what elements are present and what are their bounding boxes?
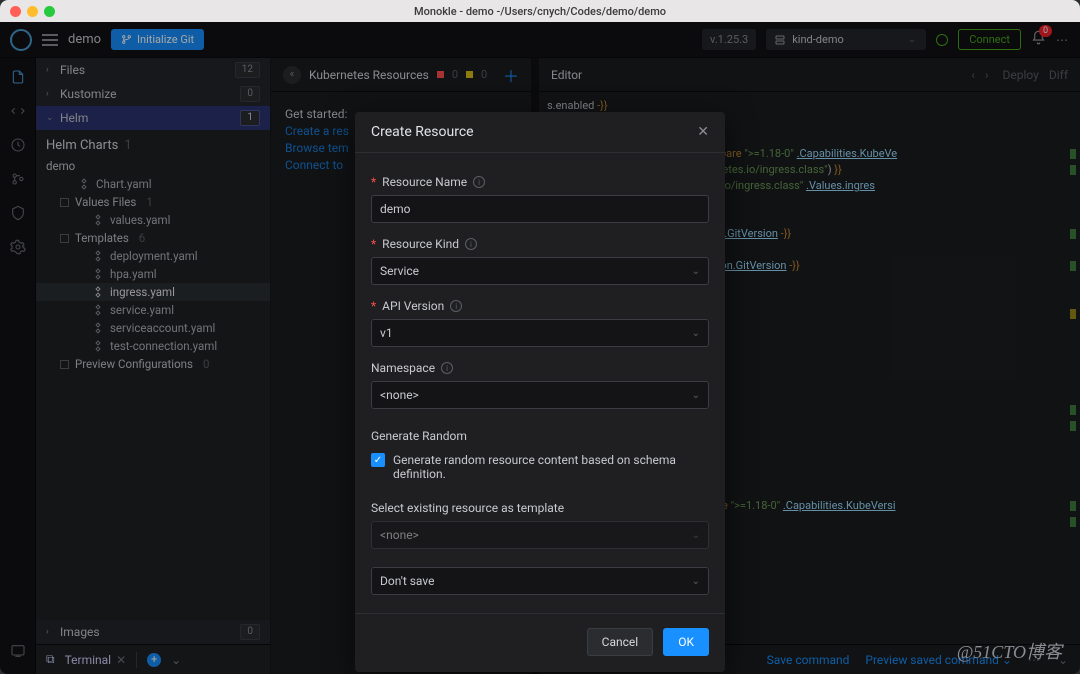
checkbox-generate-random[interactable]: ✓ Generate random resource content based… bbox=[371, 453, 709, 481]
modal-body: *Resource Namei demo *Resource Kindi Ser… bbox=[355, 153, 725, 601]
label-api-version: *API Versioni bbox=[371, 299, 709, 313]
mac-titlebar: Monokle - demo -/Users/cnych/Codes/demo/… bbox=[0, 0, 1080, 22]
info-icon[interactable]: i bbox=[450, 300, 462, 312]
info-icon[interactable]: i bbox=[465, 238, 477, 250]
checkbox-icon: ✓ bbox=[371, 453, 385, 467]
select-namespace[interactable]: <none>⌄ bbox=[371, 381, 709, 409]
info-icon[interactable]: i bbox=[441, 362, 453, 374]
window-title: Monokle - demo -/Users/cnych/Codes/demo/… bbox=[0, 5, 1080, 18]
chevron-down-icon: ⌄ bbox=[692, 530, 700, 541]
label-resource-kind: *Resource Kindi bbox=[371, 237, 709, 251]
select-api-version[interactable]: v1⌄ bbox=[371, 319, 709, 347]
input-resource-name[interactable]: demo bbox=[371, 195, 709, 223]
chevron-down-icon: ⌄ bbox=[692, 266, 700, 277]
select-template[interactable]: <none>⌄ bbox=[371, 521, 709, 549]
ok-button[interactable]: OK bbox=[663, 628, 709, 656]
cancel-button[interactable]: Cancel bbox=[587, 628, 654, 656]
modal-backdrop[interactable]: Create Resource ✕ *Resource Namei demo *… bbox=[0, 22, 1080, 674]
modal-header: Create Resource ✕ bbox=[355, 112, 725, 153]
create-resource-modal: Create Resource ✕ *Resource Namei demo *… bbox=[355, 112, 725, 672]
label-generate-random: Generate Random bbox=[371, 429, 709, 443]
chevron-down-icon: ⌄ bbox=[692, 576, 700, 587]
info-icon[interactable]: i bbox=[473, 176, 485, 188]
generate-random-description: Generate random resource content based o… bbox=[393, 453, 709, 481]
close-modal-button[interactable]: ✕ bbox=[697, 124, 709, 140]
chevron-down-icon: ⌄ bbox=[692, 328, 700, 339]
label-namespace: Namespacei bbox=[371, 361, 709, 375]
modal-footer: Cancel OK bbox=[355, 613, 725, 672]
select-save-option[interactable]: Don't save⌄ bbox=[371, 567, 709, 595]
label-template: Select existing resource as template bbox=[371, 501, 709, 515]
app-root: demo Initialize Git v.1.25.3 kind-demo ⌄… bbox=[0, 22, 1080, 674]
label-resource-name: *Resource Namei bbox=[371, 175, 709, 189]
chevron-down-icon: ⌄ bbox=[692, 390, 700, 401]
select-resource-kind[interactable]: Service⌄ bbox=[371, 257, 709, 285]
watermark: @51CTO博客 bbox=[957, 638, 1062, 664]
modal-title: Create Resource bbox=[371, 124, 474, 140]
